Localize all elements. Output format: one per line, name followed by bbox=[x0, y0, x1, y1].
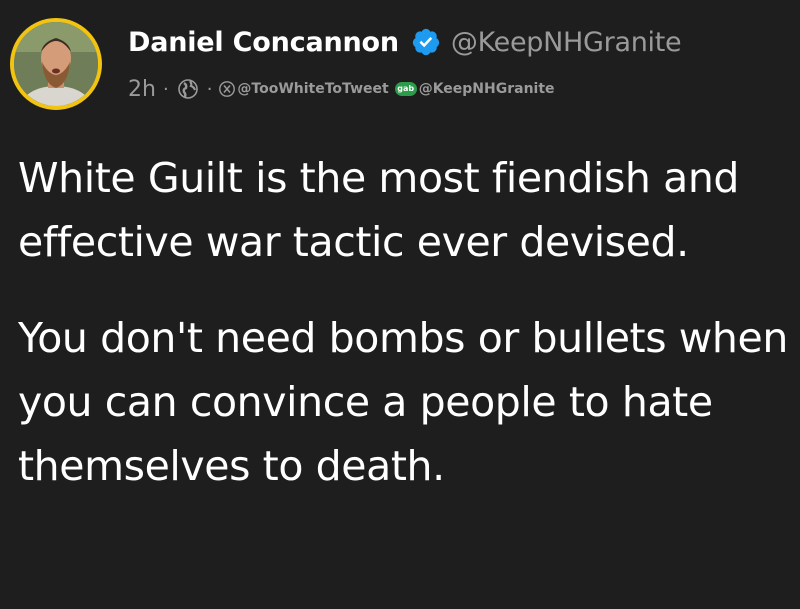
x-profile-link[interactable]: @TooWhiteToTweet bbox=[219, 81, 389, 97]
post-meta: 2h · · @TooWhiteToTweet gab @KeepNHGrani… bbox=[128, 74, 555, 104]
x-icon bbox=[219, 81, 236, 97]
globe-icon bbox=[176, 77, 200, 101]
post-time[interactable]: 2h bbox=[128, 77, 156, 102]
gab-profile-link[interactable]: gab @KeepNHGranite bbox=[394, 81, 555, 97]
post-paragraph: You don't need bombs or bullets when you… bbox=[18, 314, 788, 490]
avatar[interactable] bbox=[10, 18, 102, 110]
x-handle-label: @TooWhiteToTweet bbox=[237, 81, 389, 97]
author-display-name[interactable]: Daniel Concannon bbox=[128, 27, 399, 58]
author-handle[interactable]: @KeepNHGranite bbox=[451, 27, 682, 58]
separator-dot: · bbox=[206, 78, 213, 100]
post-paragraph: White Guilt is the most fiendish and eff… bbox=[18, 154, 740, 266]
author-row: Daniel Concannon @KeepNHGranite bbox=[128, 22, 682, 62]
verified-badge-icon bbox=[411, 27, 441, 57]
separator-dot: · bbox=[162, 78, 169, 100]
avatar-photo bbox=[14, 22, 98, 106]
post-body: White Guilt is the most fiendish and eff… bbox=[18, 146, 788, 498]
gab-icon: gab bbox=[394, 82, 417, 96]
gab-handle-label: @KeepNHGranite bbox=[418, 81, 555, 97]
post-card: Daniel Concannon @KeepNHGranite 2h · · @… bbox=[0, 0, 800, 609]
